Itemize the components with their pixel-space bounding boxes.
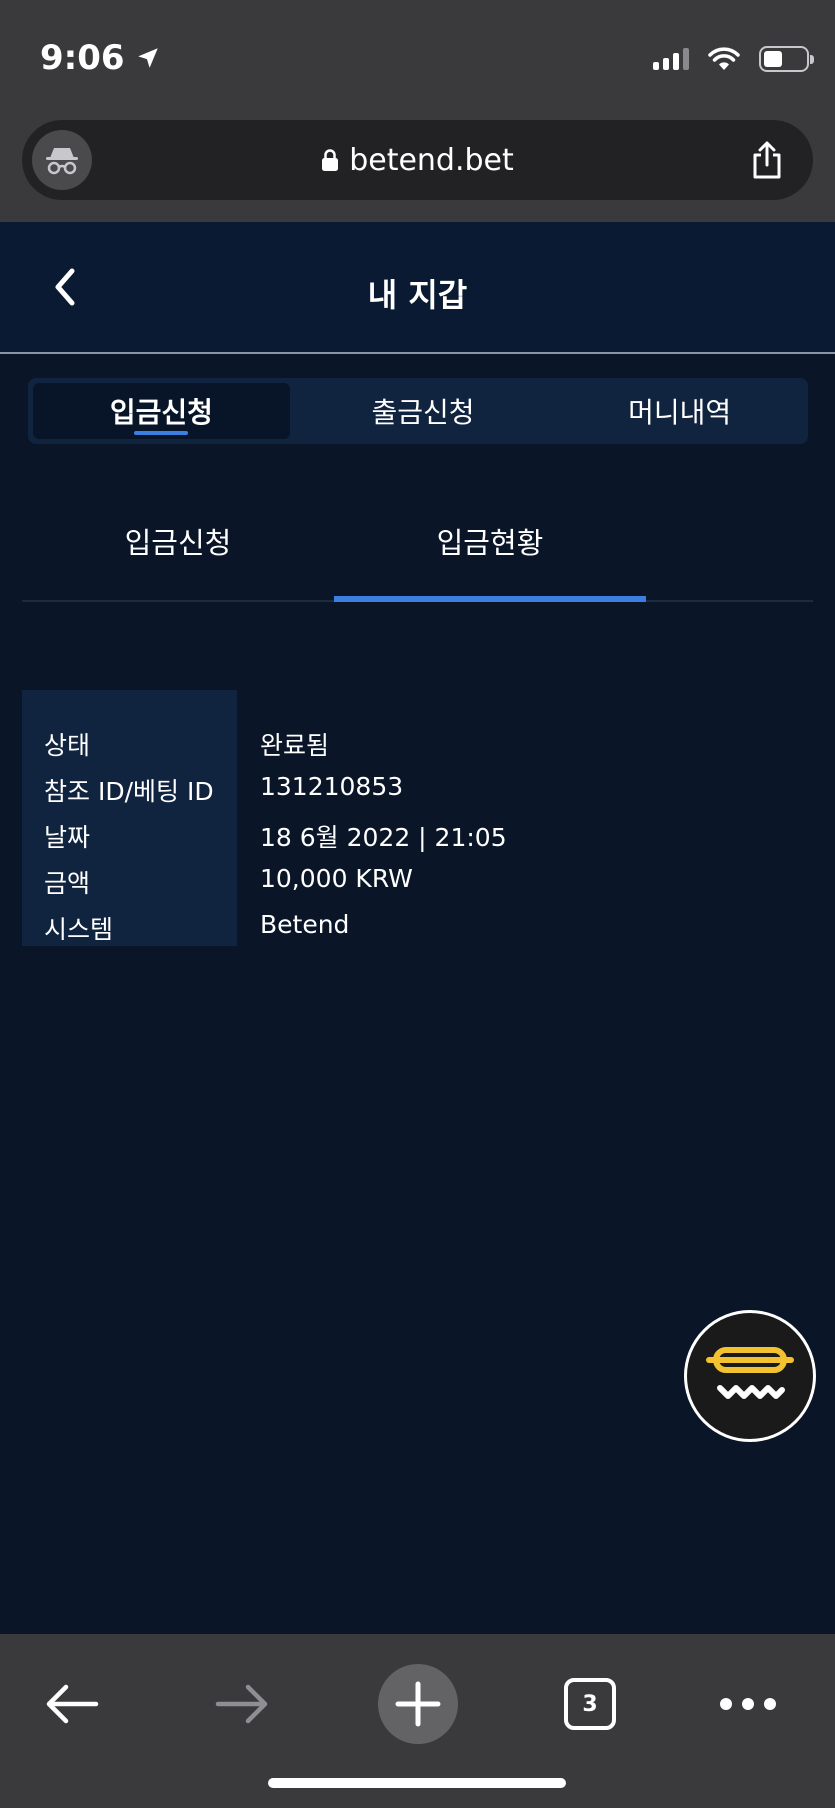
- main-tabs: 입금신청 출금신청 머니내역: [28, 378, 808, 444]
- detail-label: 시스템: [44, 915, 114, 944]
- detail-row-system: 시스템 Betend: [22, 902, 813, 948]
- wifi-icon: [708, 47, 740, 70]
- browser-bottom-toolbar: 3: [0, 1634, 835, 1808]
- tab-label: 머니내역: [628, 396, 732, 429]
- status-icons: [653, 46, 814, 72]
- browser-back-button[interactable]: [32, 1664, 112, 1744]
- url-text: betend.bet: [349, 142, 514, 178]
- share-button[interactable]: [747, 138, 787, 182]
- tab-deposit-request[interactable]: 입금신청: [33, 383, 290, 439]
- status-time: 9:06: [40, 38, 161, 78]
- tab-money-history[interactable]: 머니내역: [551, 378, 808, 444]
- detail-label: 상태: [44, 731, 91, 760]
- lock-icon: [322, 149, 339, 171]
- active-tab-indicator: [134, 431, 189, 435]
- detail-row-status: 상태 완료됨: [22, 718, 813, 764]
- subtab-deposit-request[interactable]: 입금신청: [22, 520, 334, 562]
- location-arrow-icon: [137, 48, 158, 68]
- plus-icon: [395, 1681, 441, 1727]
- tab-count-badge: 3: [564, 1678, 616, 1730]
- detail-value: 10,000 KRW: [260, 864, 413, 893]
- chat-fab-button[interactable]: [684, 1310, 816, 1442]
- deposit-detail-table: 상태 완료됨 참조 ID/베팅 ID 131210853 날짜 18 6월 20…: [22, 690, 813, 946]
- detail-value: 18 6월 2022 | 21:05: [260, 823, 507, 852]
- tab-label: 출금신청: [371, 396, 475, 429]
- detail-value: Betend: [260, 910, 350, 939]
- url-display[interactable]: betend.bet: [22, 120, 813, 200]
- more-dots-icon: [720, 1698, 776, 1710]
- detail-value: 완료됨: [260, 731, 330, 760]
- arrow-right-icon: [215, 1684, 268, 1724]
- browser-top-bar: 9:06 betend.bet: [0, 0, 835, 222]
- subtab-deposit-status[interactable]: 입금현황: [334, 520, 646, 562]
- cellular-signal-icon: [653, 48, 689, 70]
- status-time-text: 9:06: [40, 38, 125, 78]
- url-bar[interactable]: betend.bet: [22, 120, 813, 200]
- detail-value: 131210853: [260, 772, 404, 801]
- arrow-left-icon: [46, 1684, 99, 1724]
- tab-withdrawal-request[interactable]: 출금신청: [295, 378, 552, 444]
- battery-icon: [759, 46, 814, 72]
- detail-row-date: 날짜 18 6월 2022 | 21:05: [22, 810, 813, 856]
- brand-logo-icon: [706, 1347, 794, 1399]
- sub-tabs: 입금신청 입금현황: [22, 500, 813, 602]
- app-header: 내 지갑: [0, 222, 835, 354]
- share-icon: [753, 141, 781, 179]
- page-title: 내 지갑: [367, 276, 468, 314]
- detail-label: 날짜: [44, 823, 91, 852]
- tabs-overview-button[interactable]: 3: [550, 1664, 630, 1744]
- browser-forward-button[interactable]: [202, 1664, 282, 1744]
- active-subtab-indicator: [334, 596, 646, 602]
- detail-label: 참조 ID/베팅 ID: [44, 777, 214, 806]
- home-indicator: [268, 1778, 566, 1788]
- detail-row-amount: 금액 10,000 KRW: [22, 856, 813, 902]
- detail-row-reference-id: 참조 ID/베팅 ID 131210853: [22, 764, 813, 810]
- tab-label: 입금신청: [109, 396, 213, 429]
- more-menu-button[interactable]: [708, 1664, 788, 1744]
- detail-label: 금액: [44, 869, 91, 898]
- new-tab-button[interactable]: [378, 1664, 458, 1744]
